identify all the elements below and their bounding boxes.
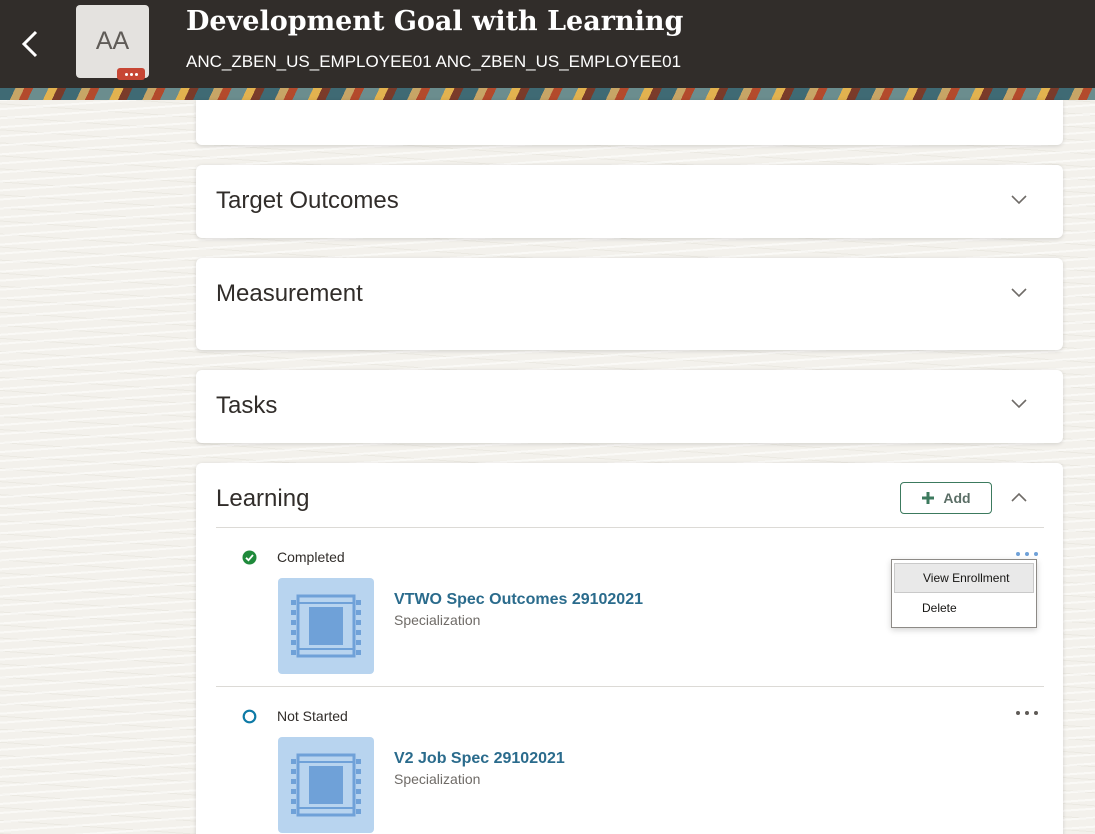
learning-item-type: Specialization bbox=[394, 612, 481, 628]
target-outcomes-section[interactable]: Target Outcomes bbox=[196, 165, 1063, 238]
learning-item-title[interactable]: V2 Job Spec 29102021 bbox=[394, 750, 565, 768]
context-menu: View Enrollment Delete bbox=[891, 559, 1037, 628]
learning-item-type: Specialization bbox=[394, 771, 481, 787]
menu-item-delete[interactable]: Delete bbox=[894, 593, 1034, 623]
more-actions-button[interactable] bbox=[1016, 549, 1038, 559]
status-row: Completed bbox=[242, 549, 345, 565]
page-header: AA Development Goal with Learning ANC_ZB… bbox=[0, 0, 1095, 88]
menu-item-view-enrollment[interactable]: View Enrollment bbox=[894, 563, 1034, 593]
expand-chevron-target-outcomes[interactable] bbox=[1009, 190, 1029, 210]
status-label: Not Started bbox=[277, 708, 348, 724]
chevron-left-icon bbox=[21, 30, 38, 58]
add-learning-button[interactable]: Add bbox=[900, 482, 992, 514]
previous-section-card bbox=[196, 100, 1063, 145]
avatar-more-badge[interactable] bbox=[117, 68, 145, 80]
measurement-section[interactable]: Measurement bbox=[196, 258, 1063, 350]
expand-chevron-tasks[interactable] bbox=[1009, 394, 1029, 414]
section-divider bbox=[216, 527, 1044, 528]
section-title-target-outcomes: Target Outcomes bbox=[216, 187, 399, 214]
page-title: Development Goal with Learning bbox=[186, 6, 684, 37]
item-divider bbox=[216, 686, 1044, 687]
film-strip-icon bbox=[291, 594, 361, 658]
empty-circle-icon bbox=[242, 709, 257, 723]
avatar-initials: AA bbox=[95, 27, 130, 55]
chevron-up-icon bbox=[1011, 492, 1027, 502]
section-title-tasks: Tasks bbox=[216, 392, 278, 419]
chevron-down-icon bbox=[1011, 399, 1027, 409]
film-strip-icon bbox=[291, 753, 361, 817]
more-actions-button[interactable] bbox=[1016, 708, 1038, 718]
decorative-banner bbox=[0, 88, 1095, 100]
status-label: Completed bbox=[277, 549, 345, 565]
plus-icon bbox=[922, 492, 935, 504]
collapse-chevron-learning[interactable] bbox=[1009, 487, 1029, 507]
expand-chevron-measurement[interactable] bbox=[1009, 283, 1029, 303]
chevron-down-icon bbox=[1011, 288, 1027, 298]
back-button[interactable] bbox=[14, 24, 46, 64]
page-subtitle: ANC_ZBEN_US_EMPLOYEE01 ANC_ZBEN_US_EMPLO… bbox=[186, 52, 682, 71]
status-row: Not Started bbox=[242, 708, 348, 724]
tasks-section[interactable]: Tasks bbox=[196, 370, 1063, 443]
learning-item-title[interactable]: VTWO Spec Outcomes 29102021 bbox=[394, 591, 643, 609]
learning-thumbnail[interactable] bbox=[278, 737, 374, 833]
learning-section: Learning Add Completed VTWO Spec Outcome… bbox=[196, 463, 1063, 834]
chevron-down-icon bbox=[1011, 195, 1027, 205]
section-title-learning: Learning bbox=[216, 485, 310, 512]
section-title-measurement: Measurement bbox=[216, 280, 363, 307]
add-button-label: Add bbox=[943, 490, 971, 506]
check-circle-icon bbox=[242, 550, 257, 564]
learning-thumbnail[interactable] bbox=[278, 578, 374, 674]
